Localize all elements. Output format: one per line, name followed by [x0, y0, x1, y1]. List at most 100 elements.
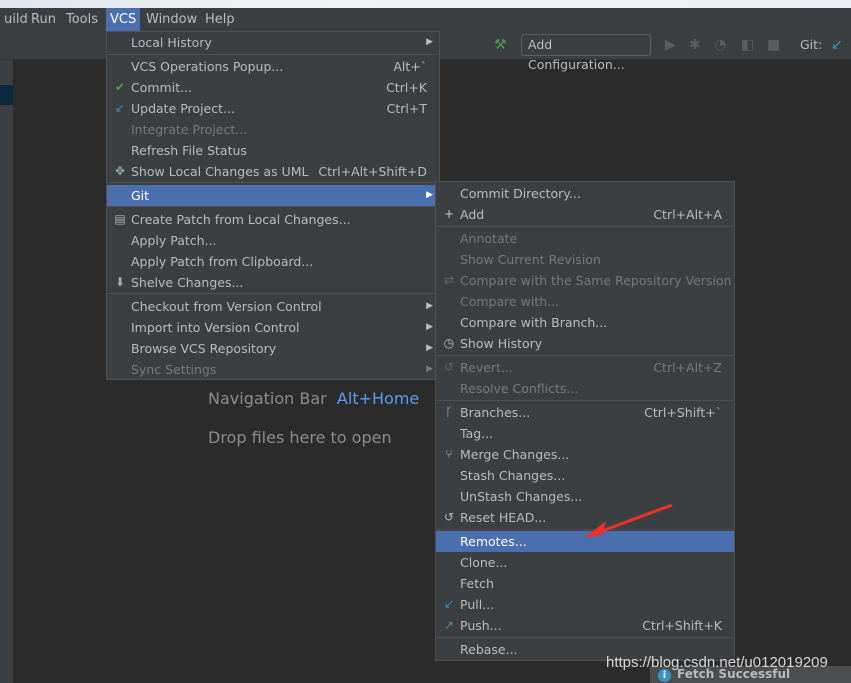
selected-tree-item[interactable] — [0, 85, 13, 105]
menu-item-label: Show Current Revision — [460, 252, 601, 267]
menu-separator — [437, 226, 733, 227]
shelve-icon: ⬇ — [114, 275, 126, 289]
menu-item-resolve-conflicts: Resolve Conflicts... — [436, 378, 734, 399]
menu-run[interactable]: Run — [27, 8, 60, 31]
menu-item-commit-directory[interactable]: Commit Directory... — [436, 183, 734, 204]
menu-separator — [108, 182, 438, 183]
menu-item-label: Stash Changes... — [460, 468, 566, 483]
menu-item-import-into-version-control[interactable]: Import into Version Control ▶ — [107, 317, 439, 338]
debug-icon[interactable]: ✱ — [689, 37, 701, 53]
menu-item-label: Create Patch from Local Changes... — [131, 212, 351, 227]
shortcut-label: Ctrl+T — [386, 101, 427, 116]
hint-label: Navigation Bar — [208, 389, 327, 408]
stop-icon[interactable]: ■ — [767, 37, 780, 53]
drop-files-hint: Drop files here to open — [208, 428, 392, 447]
menu-item-label: Apply Patch... — [131, 233, 217, 248]
menu-item-apply-patch[interactable]: Apply Patch... — [107, 230, 439, 251]
menu-item-label: Resolve Conflicts... — [460, 381, 579, 396]
menu-item-label: Add — [460, 207, 485, 222]
menu-vcs[interactable]: VCS — [106, 8, 141, 31]
menu-item-label: Rebase... — [460, 642, 518, 657]
menu-item-browse-vcs-repository[interactable]: Browse VCS Repository ▶ — [107, 338, 439, 359]
menu-item-label: Tag... — [460, 426, 494, 441]
menu-item-update-project[interactable]: ↙ Update Project... Ctrl+T — [107, 98, 439, 119]
menu-item-label: Local History — [131, 35, 212, 50]
menu-item-apply-patch-from-clipboard[interactable]: Apply Patch from Clipboard... — [107, 251, 439, 272]
menu-item-label: Shelve Changes... — [131, 275, 244, 290]
git-update-icon[interactable]: ↙ — [831, 37, 843, 53]
menu-tools[interactable]: Tools — [62, 8, 102, 31]
profile-icon[interactable]: ◧ — [741, 37, 754, 53]
shortcut-label: Alt+` — [393, 59, 427, 74]
menu-window[interactable]: Window — [142, 8, 201, 31]
menu-separator — [108, 293, 438, 294]
menu-item-sync-settings: Sync Settings ▶ — [107, 359, 439, 380]
menu-item-label: Revert... — [460, 360, 513, 375]
menu-item-label: Fetch — [460, 576, 494, 591]
menu-item-git[interactable]: Git ▶ — [107, 185, 439, 206]
menu-item-show-local-changes-as-uml[interactable]: ✥ Show Local Changes as UML Ctrl+Alt+Shift… — [107, 161, 439, 182]
git-submenu: Commit Directory... + Add Ctrl+Alt+A Annotat… — [435, 181, 735, 661]
shortcut-label: Ctrl+Shift+` — [644, 405, 722, 420]
shortcut-label: Ctrl+Alt+A — [653, 207, 722, 222]
watermark: https://blog.csdn.net/u012019209 — [606, 654, 828, 671]
menu-item-fetch[interactable]: Fetch — [436, 573, 734, 594]
menu-help[interactable]: Help — [201, 8, 239, 31]
menu-item-create-patch-from-local-changes[interactable]: ▤ Create Patch from Local Changes... — [107, 209, 439, 230]
menu-item-checkout-from-version-control[interactable]: Checkout from Version Control ▶ — [107, 296, 439, 317]
menu-item-compare-with: Compare with... — [436, 291, 734, 312]
menu-item-local-history[interactable]: Local History ▶ — [107, 32, 439, 53]
menu-item-commit[interactable]: ✔ Commit... Ctrl+K — [107, 77, 439, 98]
menu-item-add[interactable]: + Add Ctrl+Alt+A — [436, 204, 734, 225]
shortcut-label: Ctrl+Alt+Z — [653, 360, 722, 375]
submenu-arrow-icon: ▶ — [426, 301, 433, 311]
menu-item-pull[interactable]: ↙ Pull... — [436, 594, 734, 615]
menu-separator — [437, 637, 733, 638]
patch-icon: ▤ — [114, 212, 126, 226]
submenu-arrow-icon: ▶ — [426, 37, 433, 47]
submenu-arrow-icon: ▶ — [426, 190, 433, 200]
menu-item-label: Annotate — [460, 231, 518, 246]
menu-item-label: Compare with the Same Repository Version — [460, 273, 732, 288]
menu-item-label: Remotes... — [460, 534, 527, 549]
menu-item-stash-changes[interactable]: Stash Changes... — [436, 465, 734, 486]
menu-item-clone[interactable]: Clone... — [436, 552, 734, 573]
menu-item-label: Pull... — [460, 597, 495, 612]
menu-item-shelve-changes[interactable]: ⬇ Shelve Changes... — [107, 272, 439, 293]
menu-item-compare-with-branch[interactable]: Compare with Branch... — [436, 312, 734, 333]
menu-bar: uild Run Tools VCS Window Help — [0, 8, 851, 31]
menu-item-label: VCS Operations Popup... — [131, 59, 284, 74]
menu-item-label: Show Local Changes as UML — [131, 164, 309, 179]
plus-icon: + — [443, 207, 455, 221]
menu-item-push[interactable]: ↗ Push... Ctrl+Shift+K — [436, 615, 734, 636]
menu-item-tag[interactable]: Tag... — [436, 423, 734, 444]
shortcut-label: Ctrl+Shift+K — [642, 618, 722, 633]
menu-item-label: Commit... — [131, 80, 193, 95]
menu-item-branches[interactable]: ᚴ Branches... Ctrl+Shift+` — [436, 402, 734, 423]
menu-separator — [437, 355, 733, 356]
push-icon: ↗ — [443, 618, 455, 632]
run-icon[interactable]: ▶ — [665, 37, 676, 53]
hint-shortcut: Alt+Home — [336, 389, 420, 408]
menu-item-refresh-file-status[interactable]: Refresh File Status — [107, 140, 439, 161]
menu-item-label: Branches... — [460, 405, 531, 420]
menu-item-show-history[interactable]: ◷ Show History — [436, 333, 734, 354]
reset-icon: ↺ — [443, 510, 455, 524]
menu-separator — [108, 206, 438, 207]
coverage-icon[interactable]: ◔ — [714, 37, 726, 53]
add-configuration-button[interactable]: Add Configuration... — [521, 34, 651, 72]
menu-item-integrate-project: Integrate Project... — [107, 119, 439, 140]
menu-item-vcs-operations-popup[interactable]: VCS Operations Popup... Alt+` — [107, 56, 439, 77]
merge-icon: ⑂ — [445, 447, 453, 461]
menu-item-show-current-revision: Show Current Revision — [436, 249, 734, 270]
menu-item-merge-changes[interactable]: ⑂ Merge Changes... — [436, 444, 734, 465]
menu-item-label: Checkout from Version Control — [131, 299, 322, 314]
vcs-menu: Local History ▶ VCS Operations Popup... Alt… — [106, 31, 440, 380]
submenu-arrow-icon: ▶ — [426, 364, 433, 374]
build-hammer-icon[interactable]: ⚒ — [494, 37, 507, 53]
shortcut-label: Ctrl+K — [386, 80, 427, 95]
navigation-bar-hint: Navigation Bar Alt+Home — [208, 389, 419, 408]
branch-icon: ᚴ — [445, 405, 453, 419]
menu-item-label: UnStash Changes... — [460, 489, 583, 504]
git-label: Git: — [800, 37, 823, 52]
